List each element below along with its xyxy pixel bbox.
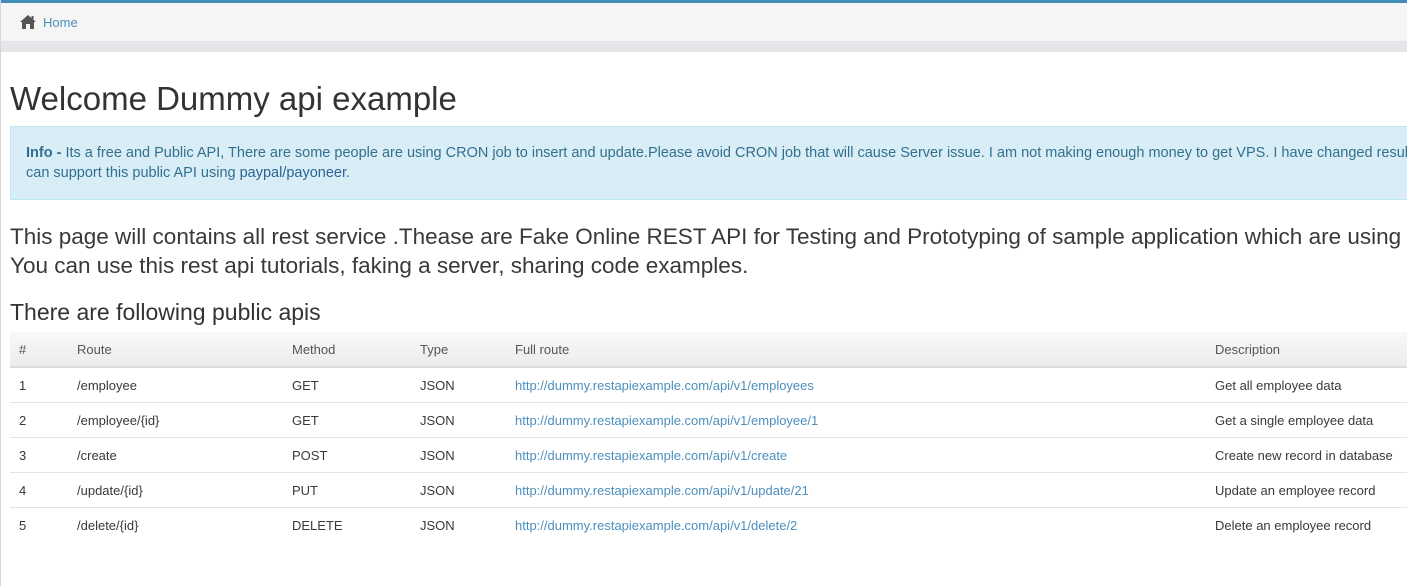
- row-route: /update/{id}: [68, 472, 283, 508]
- info-label: Info -: [26, 145, 66, 161]
- api-table-header: # Route Method Type Full route Descripti…: [10, 332, 1407, 368]
- paypal-payoneer-link[interactable]: paypal/payoneer: [240, 165, 346, 181]
- row-full-route-cell: http://dummy.restapiexample.com/api/v1/u…: [506, 472, 1206, 508]
- table-row: 1 /employee GET JSON http://dummy.restap…: [10, 367, 1407, 403]
- info-text-line-1: Its a free and Public API, There are som…: [65, 145, 1407, 161]
- info-text-line-2-prefix: can support this public API using: [26, 165, 240, 181]
- row-num: 4: [10, 472, 68, 508]
- row-type: JSON: [411, 402, 506, 438]
- row-method: POST: [283, 437, 411, 473]
- row-type: JSON: [411, 367, 506, 403]
- header-divider-band: [1, 42, 1407, 52]
- row-type: JSON: [411, 472, 506, 508]
- row-method: GET: [283, 367, 411, 403]
- main-content: Welcome Dummy api example Info - Its a f…: [1, 81, 1407, 542]
- info-alert: Info - Its a free and Public API, There …: [10, 126, 1407, 200]
- row-num: 5: [19, 517, 27, 533]
- row-method: DELETE: [292, 517, 343, 533]
- row-description: Get all employee data: [1206, 367, 1407, 403]
- row-description: Update an employee record: [1206, 472, 1407, 508]
- header-route: Route: [68, 332, 283, 368]
- row-route: /create: [68, 437, 283, 473]
- row-full-route-cell: http://dummy.restapiexample.com/api/v1/c…: [506, 437, 1206, 473]
- page-title: Welcome Dummy api example: [10, 80, 457, 117]
- row-type: JSON: [420, 517, 455, 533]
- row-method: PUT: [283, 472, 411, 508]
- home-icon[interactable]: [19, 14, 37, 30]
- info-text-line-2-suffix: .: [346, 165, 351, 181]
- full-route-link[interactable]: http://dummy.restapiexample.com/api/v1/e…: [515, 378, 814, 393]
- row-route: /delete/{id}: [77, 517, 139, 533]
- row-num: 3: [10, 437, 68, 473]
- row-description: Get a single employee data: [1206, 402, 1407, 438]
- lead-paragraph: This page will contains all rest service…: [10, 222, 1407, 280]
- api-table: # Route Method Type Full route Descripti…: [10, 332, 1407, 542]
- row-num: 1: [10, 367, 68, 403]
- row-route: /employee/{id}: [68, 402, 283, 438]
- table-row: 5 /delete/{id} DELETE JSON http://dummy.…: [10, 508, 1407, 543]
- header-type: Type: [411, 332, 506, 368]
- header-full-route: Full route: [506, 332, 1206, 368]
- full-route-link[interactable]: http://dummy.restapiexample.com/api/v1/d…: [515, 518, 797, 533]
- table-row: 4 /update/{id} PUT JSON http://dummy.res…: [10, 472, 1407, 508]
- header-description: Description: [1206, 332, 1407, 368]
- row-full-route-cell: http://dummy.restapiexample.com/api/v1/e…: [506, 402, 1206, 438]
- row-full-route-cell: http://dummy.restapiexample.com/api/v1/d…: [506, 508, 1206, 543]
- lead-line-1: This page will contains all rest service…: [10, 224, 1407, 249]
- section-subtitle: There are following public apis: [10, 299, 321, 325]
- breadcrumb: Home: [1, 3, 1407, 42]
- header-row: # Route Method Type Full route Descripti…: [10, 332, 1407, 368]
- row-description: Create new record in database: [1206, 437, 1407, 473]
- info-alert-line-2: can support this public API using paypal…: [26, 163, 1407, 183]
- header-method: Method: [283, 332, 411, 368]
- lead-line-2: You can use this rest api tutorials, fak…: [10, 253, 749, 278]
- row-type: JSON: [411, 437, 506, 473]
- page-frame: Home Welcome Dummy api example Info - It…: [0, 0, 1407, 586]
- breadcrumb-home-link[interactable]: Home: [43, 15, 78, 30]
- table-row: 3 /create POST JSON http://dummy.restapi…: [10, 437, 1407, 473]
- table-row: 2 /employee/{id} GET JSON http://dummy.r…: [10, 402, 1407, 438]
- api-table-body: 1 /employee GET JSON http://dummy.restap…: [10, 367, 1407, 542]
- full-route-link[interactable]: http://dummy.restapiexample.com/api/v1/c…: [515, 448, 787, 463]
- row-method: GET: [283, 402, 411, 438]
- row-num: 2: [10, 402, 68, 438]
- info-alert-line-1: Info - Its a free and Public API, There …: [26, 143, 1407, 163]
- row-description: Delete an employee record: [1215, 517, 1372, 533]
- header-num: #: [10, 332, 68, 368]
- row-full-route-cell: http://dummy.restapiexample.com/api/v1/e…: [506, 367, 1206, 403]
- row-route: /employee: [68, 367, 283, 403]
- full-route-link[interactable]: http://dummy.restapiexample.com/api/v1/u…: [515, 483, 809, 498]
- full-route-link[interactable]: http://dummy.restapiexample.com/api/v1/e…: [515, 413, 818, 428]
